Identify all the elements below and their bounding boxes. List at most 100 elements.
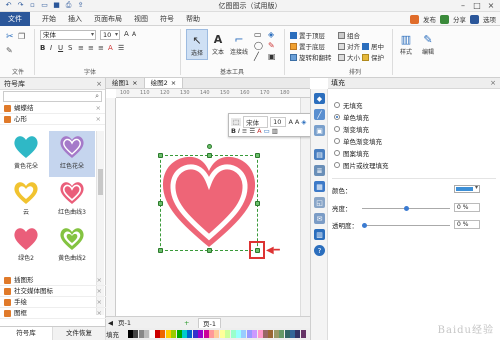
page-select[interactable]: 页-1 bbox=[118, 318, 131, 328]
bullet-list-icon[interactable]: ☰ bbox=[118, 44, 124, 52]
align-right-icon[interactable]: ≡ bbox=[98, 44, 104, 52]
menu-view[interactable]: 视图 bbox=[128, 12, 154, 26]
font-color-icon[interactable]: A bbox=[257, 127, 261, 135]
group-button[interactable]: 组合 bbox=[338, 30, 360, 40]
data-panel-icon[interactable]: ▦ bbox=[314, 181, 325, 192]
share-button[interactable]: 分享 bbox=[453, 14, 466, 24]
category-item[interactable]: 社交媒体图标 × bbox=[0, 286, 106, 297]
color-swatch[interactable] bbox=[230, 330, 236, 338]
ellipse-icon[interactable]: ◯ bbox=[254, 41, 263, 50]
color-swatch[interactable] bbox=[300, 330, 306, 338]
category-item[interactable]: 手绘 × bbox=[0, 297, 106, 308]
rotate-handle[interactable] bbox=[207, 144, 212, 149]
color-swatch[interactable] bbox=[187, 330, 193, 338]
format-painter-icon[interactable]: ⬚ bbox=[231, 118, 242, 126]
menu-home[interactable]: 开始 bbox=[36, 12, 62, 26]
doc-tab-2[interactable]: 绘图2 × bbox=[144, 78, 184, 89]
color-swatch[interactable] bbox=[133, 330, 139, 338]
resize-handle[interactable] bbox=[158, 201, 163, 206]
close-icon[interactable]: × bbox=[171, 78, 176, 89]
close-icon[interactable]: × bbox=[96, 103, 101, 114]
brightness-input[interactable]: 0 % bbox=[454, 203, 480, 212]
bring-to-front-button[interactable]: 置于顶层 bbox=[290, 30, 325, 40]
style-icon[interactable]: ▥ bbox=[272, 127, 278, 135]
color-swatch[interactable] bbox=[203, 330, 209, 338]
color-swatch[interactable] bbox=[268, 330, 274, 338]
color-swatch[interactable] bbox=[160, 330, 166, 338]
shadow-icon[interactable]: ▣ bbox=[268, 52, 276, 61]
cut-icon[interactable]: ✂ bbox=[6, 32, 14, 42]
page-panel-icon[interactable]: ▥ bbox=[314, 229, 325, 240]
category-item[interactable]: 图框 × bbox=[0, 308, 106, 319]
underline-icon[interactable]: U bbox=[58, 44, 63, 52]
fill-option-gradient[interactable]: 渐变填充 bbox=[334, 124, 369, 134]
close-icon[interactable]: × bbox=[97, 297, 102, 308]
color-swatch[interactable] bbox=[219, 330, 225, 338]
color-swatch[interactable] bbox=[236, 330, 241, 338]
file-menu[interactable]: 文件 bbox=[0, 12, 30, 26]
comment-panel-icon[interactable]: ✉ bbox=[314, 213, 325, 224]
line-panel-icon[interactable]: ╱ bbox=[314, 109, 325, 120]
font-size-select[interactable]: 10 bbox=[100, 30, 120, 40]
color-swatch[interactable] bbox=[273, 330, 279, 338]
shape-yellow-curve-2[interactable]: 黄色曲线2 bbox=[49, 223, 95, 269]
radio-button[interactable] bbox=[334, 114, 340, 120]
rotate-flip-button[interactable]: 旋转和翻转 bbox=[290, 52, 332, 62]
rectangle-icon[interactable]: ▭ bbox=[254, 30, 262, 39]
color-swatch[interactable] bbox=[165, 330, 171, 338]
resize-handle[interactable] bbox=[158, 153, 163, 158]
align-center-icon[interactable]: ≡ bbox=[88, 44, 94, 52]
transparency-input[interactable]: 0 % bbox=[454, 220, 480, 229]
category-item[interactable]: 蝴蝶结 × bbox=[0, 103, 105, 114]
color-swatch[interactable] bbox=[171, 330, 177, 338]
align-button[interactable]: 对齐 bbox=[338, 41, 360, 51]
close-button[interactable]: × bbox=[484, 0, 498, 11]
format-painter-icon[interactable]: ✎ bbox=[6, 46, 13, 55]
shape-red-flower[interactable]: 红色花朵 bbox=[49, 131, 95, 177]
bold-icon[interactable]: B bbox=[231, 127, 236, 135]
resize-handle[interactable] bbox=[255, 201, 260, 206]
radio-button[interactable] bbox=[334, 150, 340, 156]
close-icon[interactable]: × bbox=[97, 275, 102, 286]
shape-yellow-flower[interactable]: 黄色花朵 bbox=[3, 131, 49, 177]
color-swatch[interactable] bbox=[149, 330, 155, 338]
scrollbar-thumb[interactable] bbox=[98, 169, 103, 195]
publish-button[interactable]: 发布 bbox=[423, 14, 436, 24]
fill-option-picture[interactable]: 图片或纹理填充 bbox=[334, 160, 389, 170]
fill-panel-icon[interactable]: ◆ bbox=[314, 93, 325, 104]
radio-button[interactable] bbox=[334, 102, 340, 108]
style-button[interactable]: ▥ 样式 bbox=[398, 31, 414, 57]
color-swatch[interactable] bbox=[225, 330, 231, 338]
layer-panel-icon[interactable]: ≣ bbox=[314, 165, 325, 176]
shadow-panel-icon[interactable]: ▣ bbox=[314, 125, 325, 136]
transparency-slider-knob[interactable] bbox=[362, 223, 367, 228]
close-icon[interactable]: × bbox=[96, 114, 101, 125]
shape-red-curve-3[interactable]: 红色曲线3 bbox=[49, 177, 95, 223]
select-tool-button[interactable]: ↖ 选择 bbox=[186, 29, 208, 60]
radio-button[interactable] bbox=[334, 138, 340, 144]
color-swatch[interactable] bbox=[241, 330, 247, 338]
resize-handle[interactable] bbox=[255, 153, 260, 158]
italic-icon[interactable]: I bbox=[50, 44, 52, 52]
color-swatch[interactable] bbox=[192, 330, 198, 338]
color-swatch[interactable] bbox=[252, 330, 258, 338]
close-icon[interactable]: × bbox=[97, 286, 102, 297]
font-name-select[interactable]: 宋体 bbox=[40, 30, 96, 40]
options-button[interactable]: 选项 bbox=[483, 14, 496, 24]
color-swatch[interactable] bbox=[128, 330, 133, 338]
radio-button[interactable] bbox=[334, 162, 340, 168]
italic-icon[interactable]: I bbox=[238, 127, 240, 135]
fill-bucket-icon[interactable]: ◈ bbox=[268, 30, 274, 39]
help-icon[interactable]: ? bbox=[314, 245, 325, 256]
minimize-button[interactable]: – bbox=[456, 0, 470, 11]
size-button[interactable]: 大小 bbox=[338, 52, 360, 62]
menu-page-layout[interactable]: 页面布局 bbox=[88, 12, 128, 26]
library-search-input[interactable]: ⌕ bbox=[3, 91, 102, 102]
color-swatch[interactable] bbox=[257, 330, 263, 338]
fill-option-solid[interactable]: 单色填充 bbox=[334, 112, 369, 122]
close-icon[interactable]: × bbox=[96, 78, 102, 90]
color-swatch[interactable] bbox=[138, 330, 144, 338]
bold-icon[interactable]: B bbox=[40, 44, 45, 52]
tab-symbol-library[interactable]: 符号库 bbox=[0, 327, 53, 340]
color-picker[interactable]: ▾ bbox=[454, 184, 480, 193]
